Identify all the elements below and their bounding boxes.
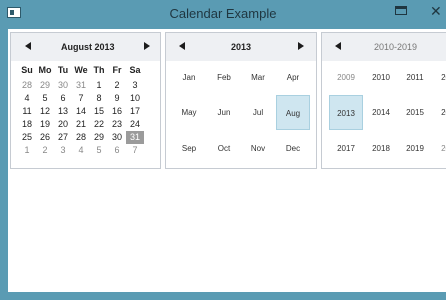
- month-cell[interactable]: Jul: [241, 95, 275, 130]
- window-title: Calendar Example: [169, 6, 277, 21]
- decade-calendar-header: 2010-2019: [322, 33, 446, 61]
- year-cell[interactable]: 2012: [433, 60, 446, 95]
- month-cell[interactable]: Mar: [241, 60, 275, 95]
- weekday-header: Th: [93, 65, 105, 75]
- decade-calendar-title[interactable]: 2010-2019: [374, 42, 417, 52]
- weekday-header: Tu: [57, 65, 69, 75]
- month-calendar-header: August 2013: [11, 33, 160, 61]
- day-cell[interactable]: 30: [54, 79, 72, 92]
- day-cell[interactable]: 8: [90, 92, 108, 105]
- month-cell[interactable]: Jan: [172, 60, 206, 95]
- day-cell[interactable]: 18: [18, 118, 36, 131]
- year-cell[interactable]: 2011: [398, 60, 432, 95]
- year-cell[interactable]: 2014: [364, 95, 398, 130]
- month-calendar: August 2013 Su Mo Tu We Th Fr Sa 28 29 30 31 1 2 3 4 5 6…: [10, 32, 161, 169]
- day-cell[interactable]: 21: [72, 118, 90, 131]
- chevron-left-icon[interactable]: [335, 41, 343, 51]
- weekday-header: Su: [21, 65, 33, 75]
- year-cell[interactable]: 2015: [398, 95, 432, 130]
- day-cell[interactable]: 6: [108, 144, 126, 157]
- day-cell[interactable]: 23: [108, 118, 126, 131]
- month-cell[interactable]: Apr: [276, 60, 310, 95]
- weekday-header: Mo: [38, 65, 52, 75]
- client-area: August 2013 Su Mo Tu We Th Fr Sa 28 29 30 31 1 2 3 4 5 6…: [8, 29, 446, 292]
- day-cell[interactable]: 7: [72, 92, 90, 105]
- chevron-left-icon[interactable]: [25, 41, 33, 51]
- day-cell[interactable]: 3: [126, 79, 144, 92]
- day-cell[interactable]: 2: [36, 144, 54, 157]
- month-cell[interactable]: Oct: [207, 131, 241, 166]
- day-cell[interactable]: 31: [72, 79, 90, 92]
- title-bar[interactable]: Calendar Example ✕: [0, 0, 446, 28]
- month-calendar-title[interactable]: August 2013: [61, 42, 115, 52]
- month-cell[interactable]: Feb: [207, 60, 241, 95]
- weekday-header: We: [74, 65, 88, 75]
- app-window: Calendar Example ✕ August 2013 Su Mo Tu We T…: [0, 0, 446, 300]
- day-cell[interactable]: 11: [18, 105, 36, 118]
- decade-calendar: 2010-2019 200920102011201220132014201520…: [321, 32, 446, 169]
- year-cell[interactable]: 2019: [398, 131, 432, 166]
- year-cell-selected[interactable]: 2013: [329, 95, 363, 130]
- month-cell-selected[interactable]: Aug: [276, 95, 310, 130]
- day-cell[interactable]: 5: [90, 144, 108, 157]
- day-cell[interactable]: 1: [90, 79, 108, 92]
- day-cell[interactable]: 10: [126, 92, 144, 105]
- day-cell[interactable]: 4: [18, 92, 36, 105]
- day-cell[interactable]: 7: [126, 144, 144, 157]
- year-cell[interactable]: 2010: [364, 60, 398, 95]
- day-cell[interactable]: 25: [18, 131, 36, 144]
- day-cell[interactable]: 29: [36, 79, 54, 92]
- day-cell[interactable]: 3: [54, 144, 72, 157]
- day-cell[interactable]: 1: [18, 144, 36, 157]
- day-cell[interactable]: 12: [36, 105, 54, 118]
- year-cell[interactable]: 2020: [433, 131, 446, 166]
- year-cell[interactable]: 2009: [329, 60, 363, 95]
- day-cell[interactable]: 28: [18, 79, 36, 92]
- close-icon[interactable]: ✕: [430, 4, 444, 18]
- year-calendar-title[interactable]: 2013: [231, 42, 251, 52]
- day-cell-selected[interactable]: 31: [126, 131, 144, 144]
- month-cell[interactable]: Sep: [172, 131, 206, 166]
- month-cell[interactable]: Jun: [207, 95, 241, 130]
- year-calendar: 2013 Jan Feb Mar Apr May Jun Jul Aug Sep Oct Nov De…: [165, 32, 317, 169]
- year-cell[interactable]: 2016: [433, 95, 446, 130]
- chevron-right-icon[interactable]: [297, 41, 305, 51]
- year-cell[interactable]: 2018: [364, 131, 398, 166]
- year-calendar-header: 2013: [166, 33, 316, 61]
- day-cell[interactable]: 16: [108, 105, 126, 118]
- day-cell[interactable]: 14: [72, 105, 90, 118]
- day-cell[interactable]: 26: [36, 131, 54, 144]
- weekday-header: Sa: [129, 65, 141, 75]
- day-cell[interactable]: 4: [72, 144, 90, 157]
- month-cell[interactable]: Dec: [276, 131, 310, 166]
- day-cell[interactable]: 6: [54, 92, 72, 105]
- day-cell[interactable]: 9: [108, 92, 126, 105]
- day-cell[interactable]: 17: [126, 105, 144, 118]
- chevron-right-icon[interactable]: [143, 41, 151, 51]
- year-cell[interactable]: 2017: [329, 131, 363, 166]
- day-cell[interactable]: 19: [36, 118, 54, 131]
- day-cell[interactable]: 22: [90, 118, 108, 131]
- day-cell[interactable]: 28: [72, 131, 90, 144]
- day-cell[interactable]: 5: [36, 92, 54, 105]
- day-cell[interactable]: 15: [90, 105, 108, 118]
- weekday-header: Fr: [112, 65, 122, 75]
- day-cell[interactable]: 24: [126, 118, 144, 131]
- day-cell[interactable]: 30: [108, 131, 126, 144]
- day-cell[interactable]: 2: [108, 79, 126, 92]
- day-cell[interactable]: 29: [90, 131, 108, 144]
- day-cell[interactable]: 27: [54, 131, 72, 144]
- chevron-left-icon[interactable]: [179, 41, 187, 51]
- month-cell[interactable]: Nov: [241, 131, 275, 166]
- maximize-icon[interactable]: [395, 6, 407, 15]
- day-cell[interactable]: 20: [54, 118, 72, 131]
- day-cell[interactable]: 13: [54, 105, 72, 118]
- month-cell[interactable]: May: [172, 95, 206, 130]
